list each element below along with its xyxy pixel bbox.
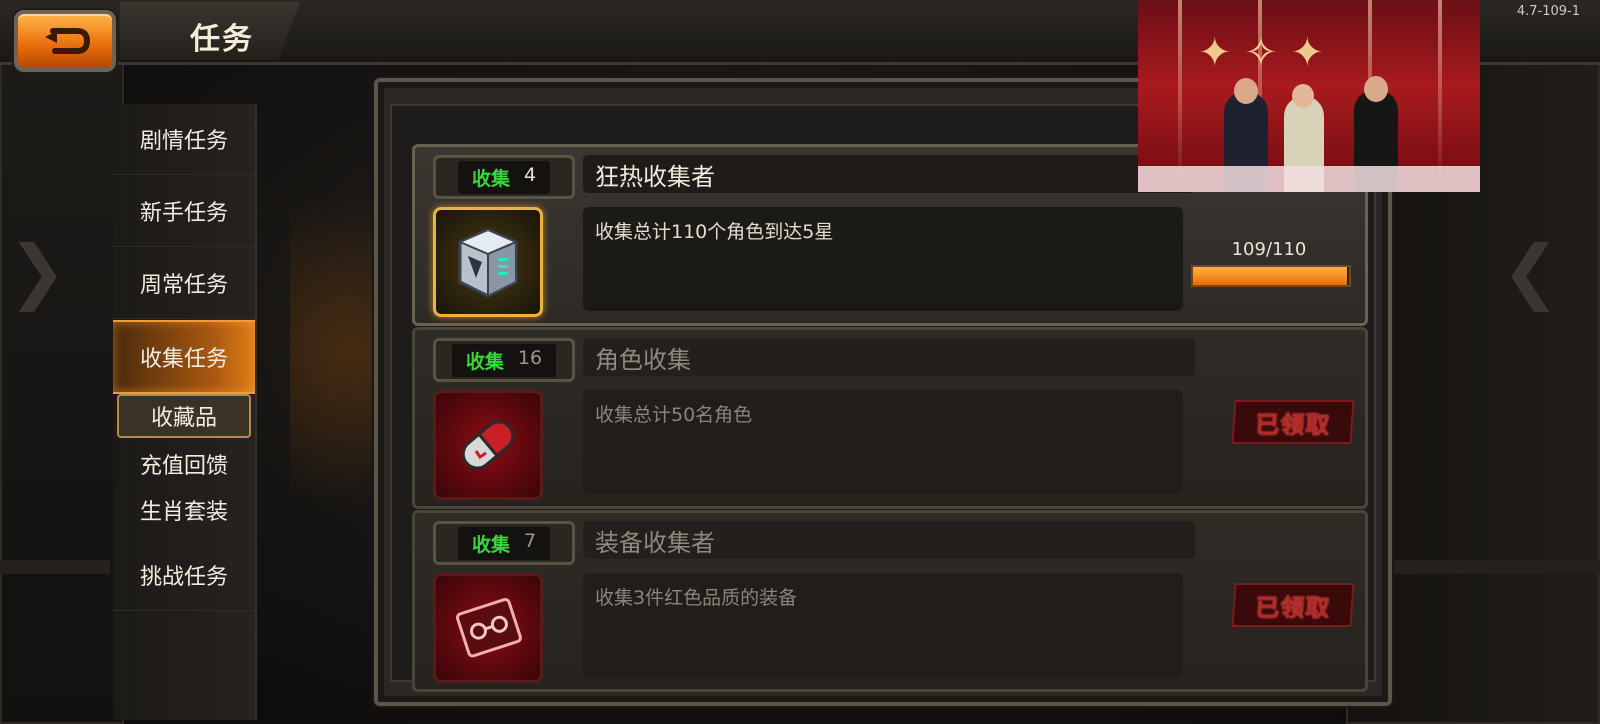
equipment-card-icon (456, 597, 522, 658)
sidebar: 剧情任务 新手任务 周常任务 收集任务 收藏品 充值回馈 生肖套装 挑战任务 (113, 104, 257, 720)
tag-label: 收集 (471, 533, 510, 556)
quest-card[interactable]: 收集 16 角色收集 收集总计50名角色 已领取 (412, 327, 1368, 509)
stage-light (1178, 0, 1182, 192)
stage-light (1438, 0, 1442, 192)
quest-description: 收集3件红色品质的装备 (583, 573, 1183, 677)
quest-tag: 收集 4 (433, 155, 575, 199)
quest-title: 狂热收集者 (583, 155, 1195, 193)
progress-text: 109/110 (1231, 239, 1307, 260)
quest-reward-slot[interactable] (433, 207, 543, 317)
back-button[interactable] (14, 10, 116, 72)
background-left-panel (0, 60, 124, 724)
presenter-head (1292, 84, 1314, 108)
sidebar-item-collection-quests[interactable]: 收集任务 (113, 320, 255, 394)
quest-reward-slot[interactable] (433, 573, 543, 683)
sidebar-item-story-quests[interactable]: 剧情任务 (113, 104, 255, 175)
stage-floor (1138, 166, 1480, 192)
page-title: 任务 (190, 22, 254, 57)
claimed-badge: 已领取 (1231, 400, 1355, 444)
return-arrow-icon (45, 28, 91, 54)
tag-number: 7 (523, 529, 537, 552)
quest-tag: 收集 7 (433, 521, 575, 565)
quest-card[interactable]: 收集 7 装备收集者 收集3件红色品质的装备 已领取 (412, 510, 1368, 692)
quest-title: 装备收集者 (583, 521, 1195, 559)
progress-bar (1191, 265, 1351, 287)
background-chevron-icon: ❯ (8, 230, 67, 312)
video-overlay[interactable]: ✦ ✧ ✦ (1138, 0, 1480, 192)
quest-title: 角色收集 (583, 338, 1195, 376)
quest-tag: 收集 16 (433, 338, 575, 382)
tag-number: 4 (523, 163, 537, 186)
quest-description: 收集总计50名角色 (583, 390, 1183, 494)
tag-label: 收集 (465, 350, 504, 373)
version-text: 4.7-109-1 (1516, 4, 1580, 19)
quest-progress: 109/110 (1191, 239, 1351, 289)
background-stripe (1370, 560, 1600, 574)
sidebar-sub-zodiac-set[interactable]: 生肖套装 (117, 488, 251, 532)
sidebar-item-newbie-quests[interactable]: 新手任务 (113, 176, 255, 247)
sidebar-item-weekly-quests[interactable]: 周常任务 (113, 248, 255, 319)
quest-description: 收集总计110个角色到达5星 (583, 207, 1183, 311)
sidebar-sub-recharge-rewards[interactable]: 充值回馈 (117, 442, 251, 486)
sidebar-item-challenge-quests[interactable]: 挑战任务 (113, 540, 255, 611)
sidebar-sub-collectibles[interactable]: 收藏品 (117, 394, 251, 438)
capsule-icon (461, 420, 515, 470)
quest-reward-slot[interactable] (433, 390, 543, 500)
progress-fill (1193, 267, 1348, 285)
mech-box-icon (457, 228, 519, 298)
presenter-head (1234, 78, 1258, 104)
presenter-head (1364, 76, 1388, 102)
tag-number: 16 (517, 346, 543, 369)
claimed-badge: 已领取 (1231, 583, 1355, 627)
background-chevron-icon: ❮ (1501, 230, 1560, 312)
tag-label: 收集 (471, 167, 510, 190)
background-stripe (0, 560, 110, 574)
